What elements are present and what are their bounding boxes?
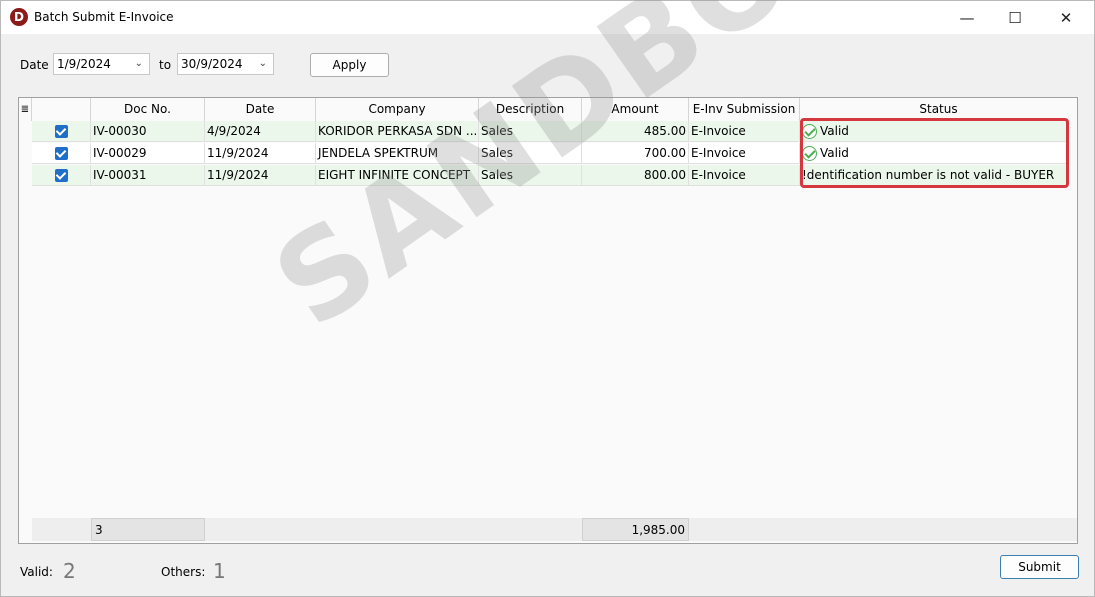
date-from-value: 1/9/2024 <box>57 57 111 71</box>
einv-submission-cell: E-Invoice <box>689 143 800 164</box>
amount-cell: 700.00 <box>582 143 689 164</box>
batch-submit-window: D Batch Submit E-Invoice — ☐ ✕ Date 1/9/… <box>0 0 1095 597</box>
minimize-button[interactable]: — <box>944 1 990 34</box>
amount-cell: 800.00 <box>582 165 689 186</box>
valid-count: 2 <box>63 559 76 583</box>
others-label: Others: <box>161 565 206 579</box>
chevron-down-icon: ⌄ <box>134 58 143 69</box>
date-to-picker[interactable]: 30/9/2024 ⌄ <box>177 53 274 75</box>
valid-label: Valid: <box>20 565 53 579</box>
row-checkbox[interactable] <box>55 147 68 160</box>
date-cell: 11/9/2024 <box>205 165 316 186</box>
close-button[interactable]: ✕ <box>1043 1 1089 34</box>
description-cell: Sales <box>479 165 582 186</box>
header-doc-no[interactable]: Doc No. <box>91 98 205 121</box>
footer-count: 3 <box>91 518 205 541</box>
apply-button[interactable]: Apply <box>310 53 389 77</box>
header-date[interactable]: Date <box>205 98 316 121</box>
company-cell: JENDELA SPEKTRUM <box>316 143 479 164</box>
header-einv-submission[interactable]: E-Inv Submission <box>689 98 800 121</box>
date-cell: 11/9/2024 <box>205 143 316 164</box>
row-checkbox[interactable] <box>55 125 68 138</box>
doc-no-cell: IV-00029 <box>91 143 205 164</box>
company-cell: KORIDOR PERKASA SDN ... <box>316 121 479 142</box>
company-cell: EIGHT INFINITE CONCEPT <box>316 165 479 186</box>
date-to-value: 30/9/2024 <box>181 57 243 71</box>
einv-submission-cell: E-Invoice <box>689 121 800 142</box>
others-count: 1 <box>213 559 226 583</box>
header-amount[interactable]: Amount <box>582 98 689 121</box>
amount-cell: 485.00 <box>582 121 689 142</box>
date-from-picker[interactable]: 1/9/2024 ⌄ <box>53 53 150 75</box>
maximize-button[interactable]: ☐ <box>992 1 1038 34</box>
column-chooser-icon[interactable]: ≣ <box>19 98 32 121</box>
footer-total-amount: 1,985.00 <box>582 518 689 541</box>
description-cell: Sales <box>479 121 582 142</box>
to-label: to <box>159 58 172 72</box>
date-label: Date <box>20 58 49 72</box>
header-company[interactable]: Company <box>316 98 479 121</box>
window-title: Batch Submit E-Invoice <box>34 10 174 24</box>
description-cell: Sales <box>479 143 582 164</box>
doc-no-cell: IV-00031 <box>91 165 205 186</box>
date-cell: 4/9/2024 <box>205 121 316 142</box>
row-checkbox[interactable] <box>55 169 68 182</box>
select-cell[interactable] <box>32 121 91 142</box>
title-bar: D Batch Submit E-Invoice — ☐ ✕ <box>1 1 1094 34</box>
doc-no-cell: IV-00030 <box>91 121 205 142</box>
submit-button[interactable]: Submit <box>1000 555 1079 579</box>
app-logo-icon: D <box>10 8 28 26</box>
header-select[interactable] <box>32 98 91 121</box>
status-highlight-box <box>800 118 1069 188</box>
grid-footer: 3 1,985.00 <box>32 518 1077 541</box>
select-cell[interactable] <box>32 143 91 164</box>
chevron-down-icon: ⌄ <box>258 58 267 69</box>
header-description[interactable]: Description <box>479 98 582 121</box>
einv-submission-cell: E-Invoice <box>689 165 800 186</box>
invoice-grid: ≣ Doc No. Date Company Description Amoun… <box>18 97 1078 544</box>
select-cell[interactable] <box>32 165 91 186</box>
